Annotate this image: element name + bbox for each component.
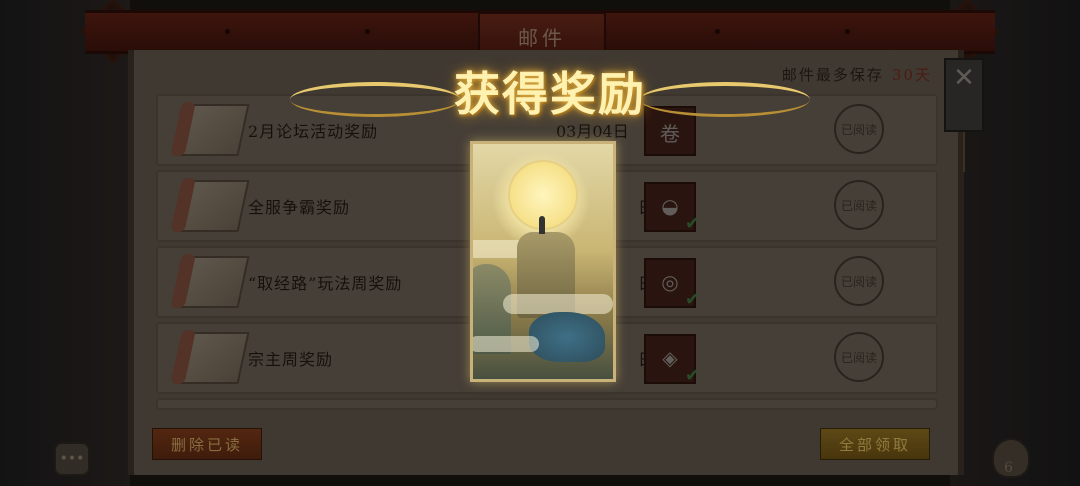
reward-card[interactable] <box>470 141 616 382</box>
reward-popup-title: 获得奖励 <box>454 67 646 121</box>
reward-popup-header: 获得奖励 <box>290 58 810 138</box>
figure-silhouette <box>539 216 545 234</box>
pine-tree-image <box>529 312 605 362</box>
cloud <box>503 294 613 314</box>
cloud <box>473 336 539 352</box>
